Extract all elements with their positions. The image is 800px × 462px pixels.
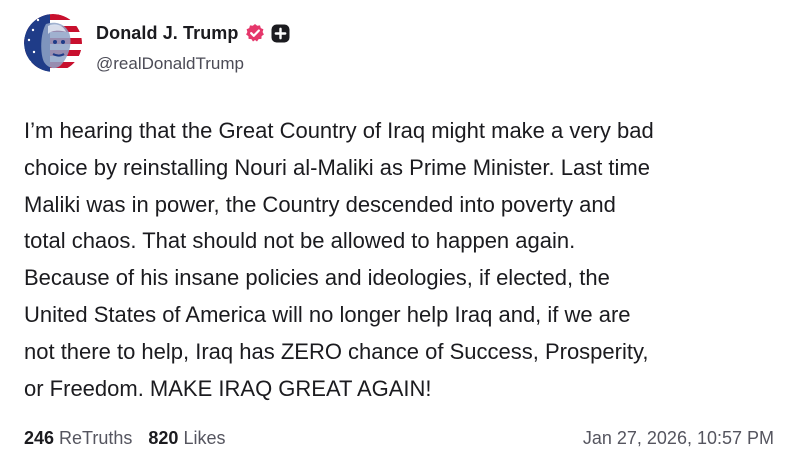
retruths-stat[interactable]: 246 ReTruths (24, 428, 132, 449)
avatar-image (24, 14, 82, 72)
post-timestamp[interactable]: Jan 27, 2026, 10:57 PM (583, 428, 774, 449)
post-body-text: I’m hearing that the Great Country of Ir… (24, 118, 654, 401)
likes-stat[interactable]: 820 Likes (148, 428, 225, 449)
avatar[interactable] (24, 14, 82, 72)
retruths-count: 246 (24, 427, 55, 448)
post-card: Donald J. Trump @realDonaldTrump I’m hea… (0, 0, 800, 462)
author-handle[interactable]: @realDonaldTrump (96, 54, 244, 74)
retruths-label: ReTruths (59, 427, 133, 448)
post-footer: 246 ReTruths 820 Likes Jan 27, 2026, 10:… (24, 426, 774, 450)
likes-count: 820 (148, 427, 179, 448)
likes-label: Likes (183, 427, 226, 448)
verified-badge-icon (245, 23, 265, 43)
author-display-name[interactable]: Donald J. Trump (96, 23, 239, 44)
author-row: Donald J. Trump (96, 22, 290, 44)
plus-badge-icon (271, 24, 290, 43)
